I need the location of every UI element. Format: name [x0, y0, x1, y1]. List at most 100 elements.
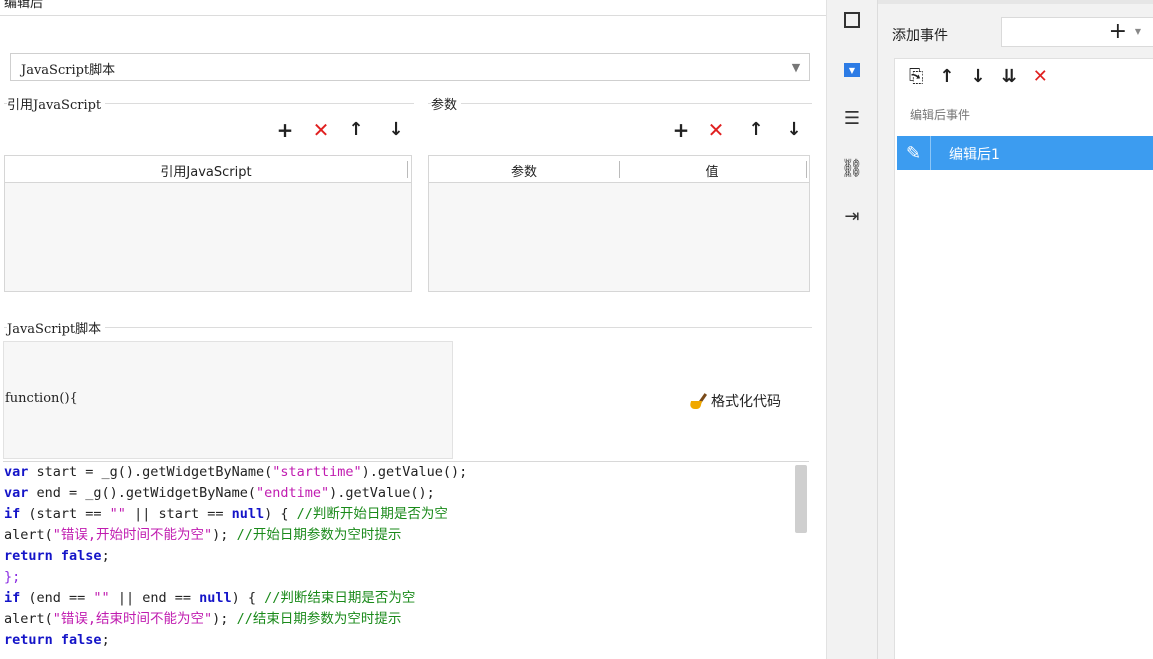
event-list: ⎘ ↑ ↓ ⇊ ✕ 编辑后事件 ✎ 编辑后1 — [894, 58, 1153, 659]
divider — [0, 15, 826, 16]
import-icon[interactable]: ⇥ — [841, 205, 863, 227]
chevron-down-icon: ▼ — [1134, 27, 1141, 36]
code-token: end = _g().getWidgetByName( — [28, 485, 256, 501]
code-token: "" — [109, 506, 126, 522]
code-line: if (start == "" || start == null) { //判断… — [3, 504, 809, 525]
code-token: (end == — [20, 590, 94, 606]
event-item-label: 编辑后1 — [949, 147, 1000, 163]
code-token: alert( — [4, 527, 53, 543]
code-token: ); — [212, 611, 237, 627]
code-line: alert("错误,开始时间不能为空"); //开始日期参数为空时提示 — [3, 525, 809, 546]
code-token: ; — [101, 632, 110, 648]
code-token: ).getValue(); — [329, 485, 435, 501]
column-separator — [806, 161, 807, 178]
code-token: var — [4, 464, 29, 480]
code-token: "" — [93, 590, 110, 606]
pencil-icon: ✎ — [897, 136, 931, 170]
code-token: //判断结束日期是否为空 — [264, 590, 416, 606]
param-section-label: 参数 — [431, 94, 462, 113]
code-editor[interactable]: var start = _g().getWidgetByName("startt… — [3, 461, 809, 659]
param-table[interactable]: 参数 值 — [428, 155, 810, 292]
column-header-ref-js: 引用JavaScript — [160, 165, 252, 180]
code-line: if (end == "" || end == null) { //判断结束日期… — [3, 588, 809, 609]
move-bottom-icon[interactable]: ⇊ — [1002, 66, 1017, 87]
code-token: return — [4, 632, 53, 648]
code-token: "endtime" — [255, 485, 330, 501]
delete-ref-button[interactable]: ✕ — [310, 119, 332, 141]
code-token: //判断开始日期是否为空 — [296, 506, 448, 522]
divider — [4, 327, 812, 328]
code-token: ); — [212, 527, 237, 543]
code-token: "错误,结束时间不能为空" — [52, 611, 213, 627]
add-param-button[interactable]: + — [670, 119, 692, 141]
move-down-ref-button[interactable]: ↓ — [385, 119, 407, 141]
column-header-value: 值 — [705, 165, 719, 180]
code-token: || start == — [125, 506, 232, 522]
code-token: //开始日期参数为空时提示 — [236, 527, 402, 543]
code-line: }; — [3, 567, 809, 588]
script-type-value: JavaScript脚本 — [21, 63, 116, 78]
delete-param-button[interactable]: ✕ — [705, 119, 727, 141]
function-signature: function(){ — [5, 391, 78, 406]
script-type-select[interactable]: JavaScript脚本 ▼ — [10, 53, 810, 81]
add-event-button[interactable]: + ▼ — [1001, 17, 1153, 47]
code-token: ) { — [264, 506, 297, 522]
move-up-param-button[interactable]: ↑ — [745, 119, 767, 141]
code-token: if — [4, 506, 21, 522]
list-icon[interactable]: ☰ — [841, 107, 863, 129]
event-panel: 添加事件 + ▼ ⎘ ↑ ↓ ⇊ ✕ 编辑后事件 ✎ 编辑后1 — [877, 0, 1153, 659]
code-line: var start = _g().getWidgetByName("startt… — [3, 462, 809, 483]
broom-icon — [688, 392, 708, 410]
code-token: //结束日期参数为空时提示 — [236, 611, 402, 627]
code-token: if — [4, 590, 21, 606]
table-header: 参数 值 — [429, 156, 809, 183]
ref-js-table[interactable]: 引用JavaScript — [4, 155, 412, 292]
code-token: var — [4, 485, 29, 501]
move-up-ref-button[interactable]: ↑ — [345, 119, 367, 141]
square-icon[interactable] — [841, 9, 863, 31]
code-token: null — [231, 506, 265, 522]
link-icon[interactable]: ⛓ — [841, 157, 864, 179]
script-section-label: JavaScript脚本 — [7, 318, 106, 337]
code-line: return false; — [3, 630, 809, 651]
table-header: 引用JavaScript — [5, 156, 411, 183]
panel-header-bar — [878, 0, 1153, 4]
event-item-selected[interactable]: ✎ 编辑后1 — [897, 136, 1153, 170]
event-group-label: 编辑后事件 — [910, 108, 971, 122]
format-code-button[interactable]: 格式化代码 — [688, 391, 781, 411]
code-line: alert("错误,结束时间不能为空"); //结束日期参数为空时提示 — [3, 609, 809, 630]
add-ref-button[interactable]: + — [274, 119, 296, 141]
dropdown-icon[interactable]: ▼ — [841, 59, 863, 81]
arrow-down-icon[interactable]: ↓ — [971, 66, 986, 87]
code-token: }; — [4, 569, 21, 585]
code-line: var end = _g().getWidgetByName("endtime"… — [3, 483, 809, 504]
code-token: "starttime" — [272, 464, 362, 480]
code-token: false — [60, 548, 102, 564]
code-token: || end == — [109, 590, 200, 606]
column-separator — [407, 161, 408, 178]
add-event-label: 添加事件 — [892, 28, 948, 44]
code-token: ) { — [231, 590, 265, 606]
code-token: start = _g().getWidgetByName( — [28, 464, 273, 480]
side-icon-strip: ▼ ☰ ⛓ ⇥ — [826, 0, 876, 659]
code-token: return — [4, 548, 53, 564]
plus-icon: + — [1108, 19, 1127, 44]
main-panel: 编辑后 JavaScript脚本 ▼ 引用JavaScript + ✕ ↑ ↓ … — [0, 0, 826, 659]
code-line: return false; — [3, 546, 809, 567]
code-token: null — [199, 590, 232, 606]
code-token: false — [60, 632, 102, 648]
divider — [428, 103, 812, 104]
arrow-up-icon[interactable]: ↑ — [939, 66, 954, 87]
chevron-down-icon[interactable]: ▼ — [783, 54, 809, 80]
move-down-param-button[interactable]: ↓ — [783, 119, 805, 141]
code-scrollbar[interactable] — [795, 465, 807, 533]
code-token: ; — [101, 548, 110, 564]
event-toolbar: ⎘ ↑ ↓ ⇊ ✕ — [909, 66, 1048, 87]
delete-icon[interactable]: ✕ — [1033, 66, 1048, 87]
column-header-param: 参数 — [510, 165, 537, 180]
copy-icon[interactable]: ⎘ — [909, 66, 923, 87]
format-code-label: 格式化代码 — [711, 394, 781, 410]
code-token: (start == — [20, 506, 110, 522]
code-token: "错误,开始时间不能为空" — [52, 527, 213, 543]
